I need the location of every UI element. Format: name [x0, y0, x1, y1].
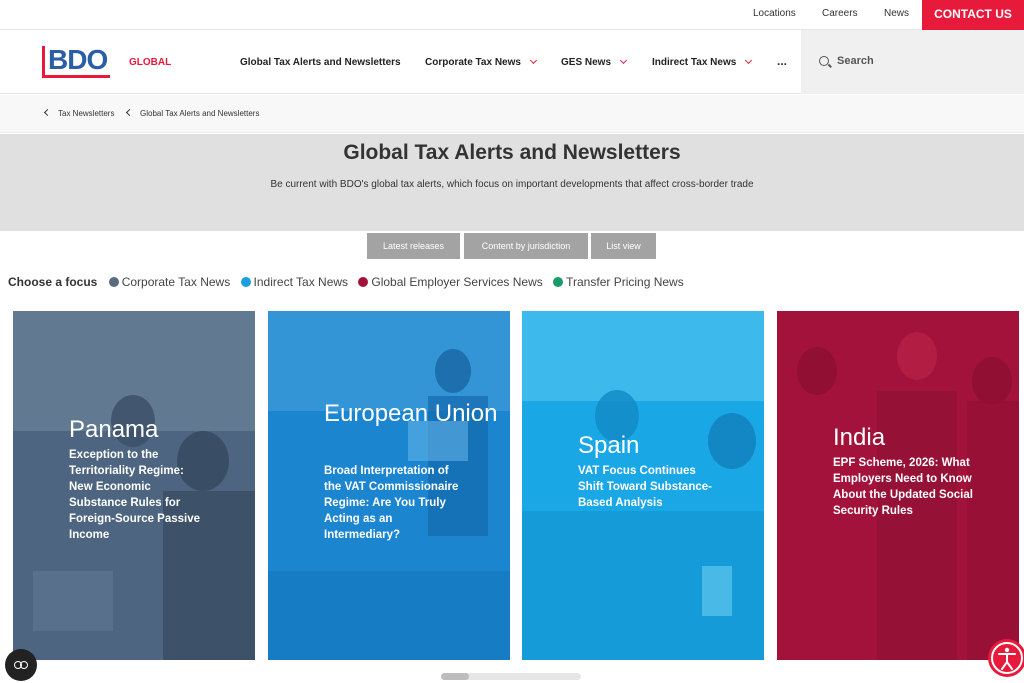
- breadcrumb-tax-newsletters[interactable]: Tax Newsletters: [58, 109, 114, 118]
- card-country: Spain: [578, 432, 640, 459]
- hero-banner: Global Tax Alerts and Newsletters Be cur…: [0, 134, 1024, 231]
- corporate-dot-icon: [108, 277, 119, 287]
- article-card-india[interactable]: India EPF Scheme, 2026: What Employers N…: [777, 311, 1019, 660]
- card-country: Panama: [69, 416, 159, 443]
- search-icon: [819, 56, 829, 66]
- article-card-panama[interactable]: Panama Exception to the Territoriality R…: [13, 311, 255, 660]
- focus-indirect-tax[interactable]: Indirect Tax News: [240, 275, 349, 289]
- focus-global-employer[interactable]: Global Employer Services News: [358, 275, 543, 289]
- main-navigation: BDO GLOBAL Global Tax Alerts and Newslet…: [0, 30, 1024, 94]
- page-subtitle: Be current with BDO's global tax alerts,…: [270, 179, 754, 190]
- card-title: Broad Interpretation of the VAT Commissi…: [324, 465, 459, 541]
- nav-label: Indirect Tax News: [652, 57, 737, 68]
- bdo-logo[interactable]: BDO: [42, 44, 112, 78]
- news-link[interactable]: News: [884, 8, 909, 19]
- focus-item-label: Indirect Tax News: [253, 275, 349, 289]
- nav-ges-news[interactable]: GES News: [561, 56, 628, 68]
- chevron-down-icon: [529, 56, 537, 65]
- locations-link[interactable]: Locations: [753, 8, 796, 19]
- logo-underline: [42, 75, 110, 78]
- card-title: Exception to the Territoriality Regime: …: [69, 449, 201, 541]
- nav-indirect-tax-news[interactable]: Indirect Tax News: [652, 56, 753, 68]
- chat-icon: [20, 661, 28, 669]
- nav-label: GES News: [561, 57, 612, 68]
- accessibility-icon[interactable]: [986, 636, 1024, 680]
- focus-item-label: Global Employer Services News: [371, 275, 543, 289]
- search-label: Search: [837, 55, 874, 67]
- chevron-left-icon: [43, 108, 52, 117]
- card-country: India: [833, 424, 886, 451]
- card-country: European Union: [324, 400, 498, 427]
- logo-bar: [42, 46, 45, 78]
- breadcrumb-current[interactable]: Global Tax Alerts and Newsletters: [140, 109, 259, 118]
- carousel-scroll-thumb[interactable]: [441, 673, 469, 680]
- nav-label: Corporate Tax News: [425, 57, 521, 68]
- transfer-dot-icon: [553, 277, 564, 287]
- nav-label: Global Tax Alerts and Newsletters: [240, 57, 401, 68]
- nav-global-tax-alerts[interactable]: Global Tax Alerts and Newsletters: [240, 57, 401, 68]
- page-title: Global Tax Alerts and Newsletters: [343, 141, 681, 164]
- chat-button[interactable]: [5, 649, 37, 681]
- chevron-left-icon: [125, 108, 134, 117]
- latest-releases-button[interactable]: Latest releases: [367, 233, 460, 259]
- logo-text: BDO: [48, 44, 108, 75]
- nav-corporate-tax-news[interactable]: Corporate Tax News: [425, 56, 537, 68]
- indirect-dot-icon: [240, 277, 251, 287]
- focus-transfer-pricing[interactable]: Transfer Pricing News: [553, 275, 684, 289]
- article-card-spain[interactable]: Spain VAT Focus Continues Shift Toward S…: [522, 311, 764, 660]
- card-title: EPF Scheme, 2026: What Employers Need to…: [833, 457, 973, 517]
- more-menu-button[interactable]: ...: [777, 54, 787, 68]
- focus-item-label: Corporate Tax News: [121, 275, 231, 289]
- focus-label: Choose a focus: [8, 275, 98, 289]
- chevron-down-icon: [745, 56, 753, 65]
- focus-corporate-tax[interactable]: Corporate Tax News: [108, 275, 231, 289]
- careers-link[interactable]: Careers: [822, 8, 858, 19]
- focus-item-label: Transfer Pricing News: [566, 275, 684, 289]
- search-box[interactable]: Search: [801, 30, 1024, 94]
- carousel-scrollbar[interactable]: [441, 673, 581, 680]
- content-by-jurisdiction-button[interactable]: Content by jurisdiction: [464, 233, 588, 259]
- card-title: VAT Focus Continues Shift Toward Substan…: [578, 465, 712, 509]
- focus-filter: Choose a focus Corporate Tax News Indire…: [8, 275, 691, 289]
- top-utility-bar: Locations Careers News CONTACT US: [0, 0, 1024, 30]
- article-card-european-union[interactable]: European Union Broad Interpretation of t…: [268, 311, 510, 660]
- chevron-down-icon: [619, 56, 628, 65]
- contact-us-button[interactable]: CONTACT US: [922, 0, 1024, 30]
- list-view-button[interactable]: List view: [591, 233, 656, 259]
- breadcrumb: Tax Newsletters Global Tax Alerts and Ne…: [0, 95, 1024, 133]
- region-label[interactable]: GLOBAL: [129, 57, 171, 68]
- employer-dot-icon: [358, 277, 369, 287]
